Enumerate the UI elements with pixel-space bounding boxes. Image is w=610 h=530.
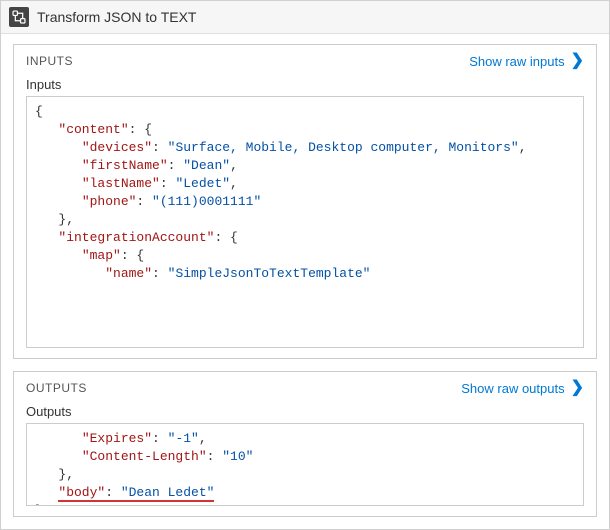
outputs-header: OUTPUTS Show raw outputs ❯ (14, 372, 596, 404)
show-raw-outputs-label: Show raw outputs (461, 381, 564, 396)
app-window: Transform JSON to TEXT INPUTS Show raw i… (0, 0, 610, 530)
show-raw-inputs-label: Show raw inputs (469, 54, 564, 69)
outputs-section-label: OUTPUTS (26, 381, 87, 395)
outputs-sub-label: Outputs (14, 404, 596, 423)
show-raw-outputs-link[interactable]: Show raw outputs ❯ (461, 380, 584, 396)
outputs-codebox: "Expires": "-1", "Content-Length": "10" … (26, 423, 584, 506)
chevron-right-icon: ❯ (571, 53, 584, 69)
inputs-json-text: { "content": { "devices": "Surface, Mobi… (35, 103, 575, 283)
outputs-scroll-area[interactable]: "Expires": "-1", "Content-Length": "10" … (27, 424, 583, 505)
inputs-header: INPUTS Show raw inputs ❯ (14, 45, 596, 77)
inputs-sub-label: Inputs (14, 77, 596, 96)
inputs-panel: INPUTS Show raw inputs ❯ Inputs { "conte… (13, 44, 597, 359)
body-area: INPUTS Show raw inputs ❯ Inputs { "conte… (1, 34, 609, 529)
inputs-scroll-area[interactable]: { "content": { "devices": "Surface, Mobi… (27, 97, 583, 347)
chevron-right-icon: ❯ (571, 380, 584, 396)
title-bar: Transform JSON to TEXT (1, 1, 609, 34)
outputs-panel: OUTPUTS Show raw outputs ❯ Outputs "Expi… (13, 371, 597, 517)
show-raw-inputs-link[interactable]: Show raw inputs ❯ (469, 53, 584, 69)
transform-icon (9, 7, 29, 27)
inputs-section-label: INPUTS (26, 54, 73, 68)
window-title: Transform JSON to TEXT (37, 9, 196, 25)
inputs-codebox: { "content": { "devices": "Surface, Mobi… (26, 96, 584, 348)
outputs-json-text: "Expires": "-1", "Content-Length": "10" … (35, 430, 575, 505)
